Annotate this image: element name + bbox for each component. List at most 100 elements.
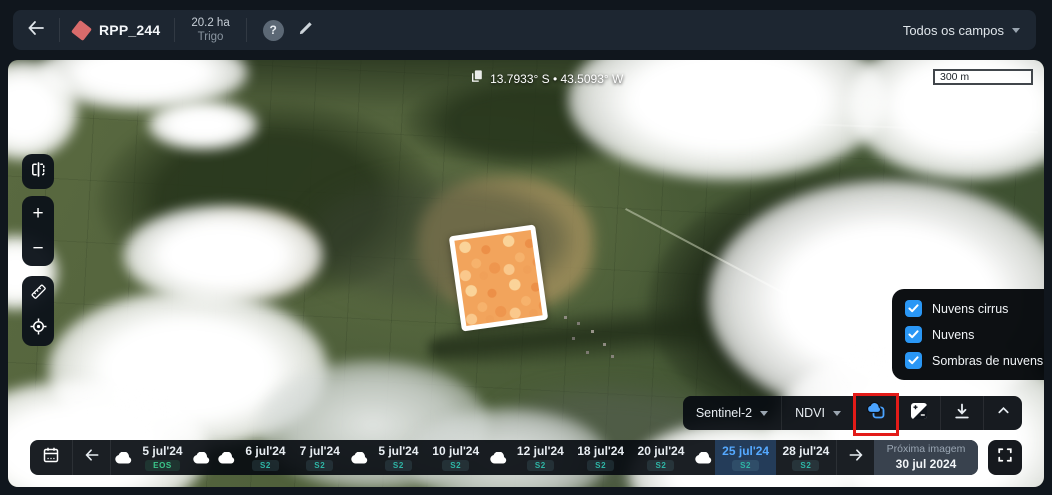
split-compare-icon <box>29 160 48 184</box>
measure-locate-controls <box>22 276 54 346</box>
source-badge: S2 <box>385 460 412 471</box>
ndvi-field-polygon[interactable] <box>449 224 549 331</box>
date-label: 28 jul'24 <box>782 444 829 458</box>
chevron-up-icon <box>996 403 1011 423</box>
minus-icon: − <box>32 239 43 258</box>
source-badge: EOS <box>145 460 180 471</box>
chevron-down-icon <box>1012 28 1020 33</box>
source-badge: S2 <box>732 460 759 471</box>
satellite-select[interactable]: Sentinel-2 <box>683 396 781 430</box>
map-scale-bar: 300 m <box>933 69 1033 85</box>
chevron-down-icon <box>833 411 841 416</box>
fullscreen-icon <box>997 447 1013 468</box>
coordinates-text: 13.7933° S • 43.5093° W <box>490 72 623 86</box>
contrast-button[interactable] <box>898 396 940 430</box>
date-label: 5 jul'24 <box>142 444 182 458</box>
cloud-layer-label: Nuvens <box>932 328 974 342</box>
layer-controls-bar: Sentinel-2 NDVI <box>683 396 1022 430</box>
timeline-date-25-jul-24[interactable]: 25 jul'24 S2 <box>715 440 775 475</box>
back-button[interactable] <box>13 10 59 50</box>
date-label: 10 jul'24 <box>432 444 479 458</box>
source-badge: S2 <box>252 460 279 471</box>
checkbox-checked-icon[interactable] <box>905 352 922 369</box>
timeline-date-18-jul-24[interactable]: 18 jul'24 S2 <box>571 440 631 475</box>
index-select-value: NDVI <box>795 406 825 420</box>
locate-button[interactable] <box>22 311 54 346</box>
arrow-right-icon <box>848 448 864 467</box>
fields-filter-dropdown[interactable]: Todos os campos <box>887 10 1036 50</box>
timeline-date-6-jul-24[interactable]: 6 jul'24 S2 <box>238 440 292 475</box>
field-shape-icon <box>71 19 92 40</box>
collapse-button[interactable] <box>984 396 1022 430</box>
next-image-button[interactable]: Próxima imagem 30 jul 2024 <box>874 440 978 475</box>
contrast-icon <box>910 402 928 425</box>
source-badge: S2 <box>527 460 554 471</box>
fullscreen-button[interactable] <box>988 440 1022 475</box>
field-name: RPP_244 <box>99 22 160 38</box>
next-image-label: Próxima imagem <box>887 443 966 457</box>
timeline-date-10-jul-24[interactable]: 10 jul'24S2 <box>426 440 486 475</box>
locate-crosshair-icon <box>29 317 48 341</box>
timeline-bar: 5 jul'24 EOS 6 jul'24 S2 7 jul'24 S2 5 jul'24 S… <box>30 440 978 475</box>
ruler-icon <box>29 282 48 306</box>
zoom-in-button[interactable]: + <box>22 196 54 231</box>
copy-icon <box>470 69 483 88</box>
timeline-entries: 5 jul'24 EOS 6 jul'24 S2 7 jul'24 S2 5 jul'24 S… <box>111 440 836 475</box>
date-label: 18 jul'24 <box>577 444 624 458</box>
plus-icon: + <box>32 204 43 223</box>
field-actions: ? <box>247 19 331 41</box>
timeline-date-5-jul-24[interactable]: 5 jul'24 S2 <box>371 440 425 475</box>
timeline-date-28-jul-24[interactable]: 28 jul'24S2 <box>776 440 836 475</box>
measure-button[interactable] <box>22 276 54 311</box>
cloud-layers-icon <box>865 399 888 427</box>
timeline-date-7-jul-24[interactable]: 7 jul'24 S2 <box>293 440 347 475</box>
cloud-layer-label: Sombras de nuvens <box>932 354 1043 368</box>
source-badge: S2 <box>587 460 614 471</box>
source-badge: S2 <box>647 460 674 471</box>
compare-button[interactable] <box>22 154 54 189</box>
index-select[interactable]: NDVI <box>782 396 854 430</box>
field-crop: Trigo <box>198 30 224 44</box>
cloud-layer-option[interactable]: Nuvens cirrus <box>905 300 1043 317</box>
coordinates-display[interactable]: 13.7933° S • 43.5093° W <box>470 69 623 88</box>
timeline-date-12-jul-24[interactable]: 12 jul'24S2 <box>510 440 570 475</box>
cloud-layers-panel: Nuvens cirrus Nuvens Sombras de nuvens <box>892 289 1044 380</box>
back-arrow-icon <box>27 20 45 41</box>
date-label: 25 jul'24 <box>722 444 769 458</box>
cloud <box>123 205 323 305</box>
help-button[interactable]: ? <box>263 20 284 41</box>
timeline-cloudy-day-icon <box>214 440 238 475</box>
field-info: 20.2 ha Trigo <box>175 16 245 45</box>
timeline-prev-button[interactable] <box>73 440 110 475</box>
download-icon <box>953 402 971 425</box>
checkbox-checked-icon[interactable] <box>905 326 922 343</box>
zoom-out-button[interactable]: − <box>22 231 54 266</box>
date-label: 20 jul'24 <box>638 444 685 458</box>
timeline-next-button[interactable] <box>837 440 874 475</box>
zoom-controls: + − <box>22 196 54 266</box>
satellite-map[interactable]: 13.7933° S • 43.5093° W 300 m + − <box>8 60 1044 487</box>
date-label: 6 jul'24 <box>245 444 285 458</box>
checkbox-checked-icon[interactable] <box>905 300 922 317</box>
download-button[interactable] <box>941 396 983 430</box>
compare-tool-container <box>22 154 54 189</box>
timeline-date-20-jul-24[interactable]: 20 jul'24 S2 <box>631 440 691 475</box>
timeline-cloudy-day-icon <box>347 440 371 475</box>
field-area: 20.2 ha <box>191 16 229 30</box>
date-label: 7 jul'24 <box>300 444 340 458</box>
timeline-date-5-jul-24[interactable]: 5 jul'24 EOS <box>135 440 189 475</box>
calendar-button[interactable] <box>30 440 72 475</box>
cloud-layer-option[interactable]: Nuvens <box>905 326 1043 343</box>
source-badge: S2 <box>306 460 333 471</box>
pencil-icon <box>298 19 315 41</box>
cloud-layers-toggle-button[interactable] <box>855 396 897 430</box>
chevron-down-icon <box>760 411 768 416</box>
fields-filter-label: Todos os campos <box>903 23 1004 38</box>
edit-pencil-button[interactable] <box>298 19 315 41</box>
timeline-cloudy-day-icon <box>111 440 135 475</box>
field-chip[interactable]: RPP_244 <box>60 10 174 50</box>
cloud-layer-option[interactable]: Sombras de nuvens <box>905 352 1043 369</box>
next-image-date: 30 jul 2024 <box>896 457 957 473</box>
scale-label: 300 m <box>935 71 969 83</box>
date-label: 5 jul'24 <box>378 444 418 458</box>
